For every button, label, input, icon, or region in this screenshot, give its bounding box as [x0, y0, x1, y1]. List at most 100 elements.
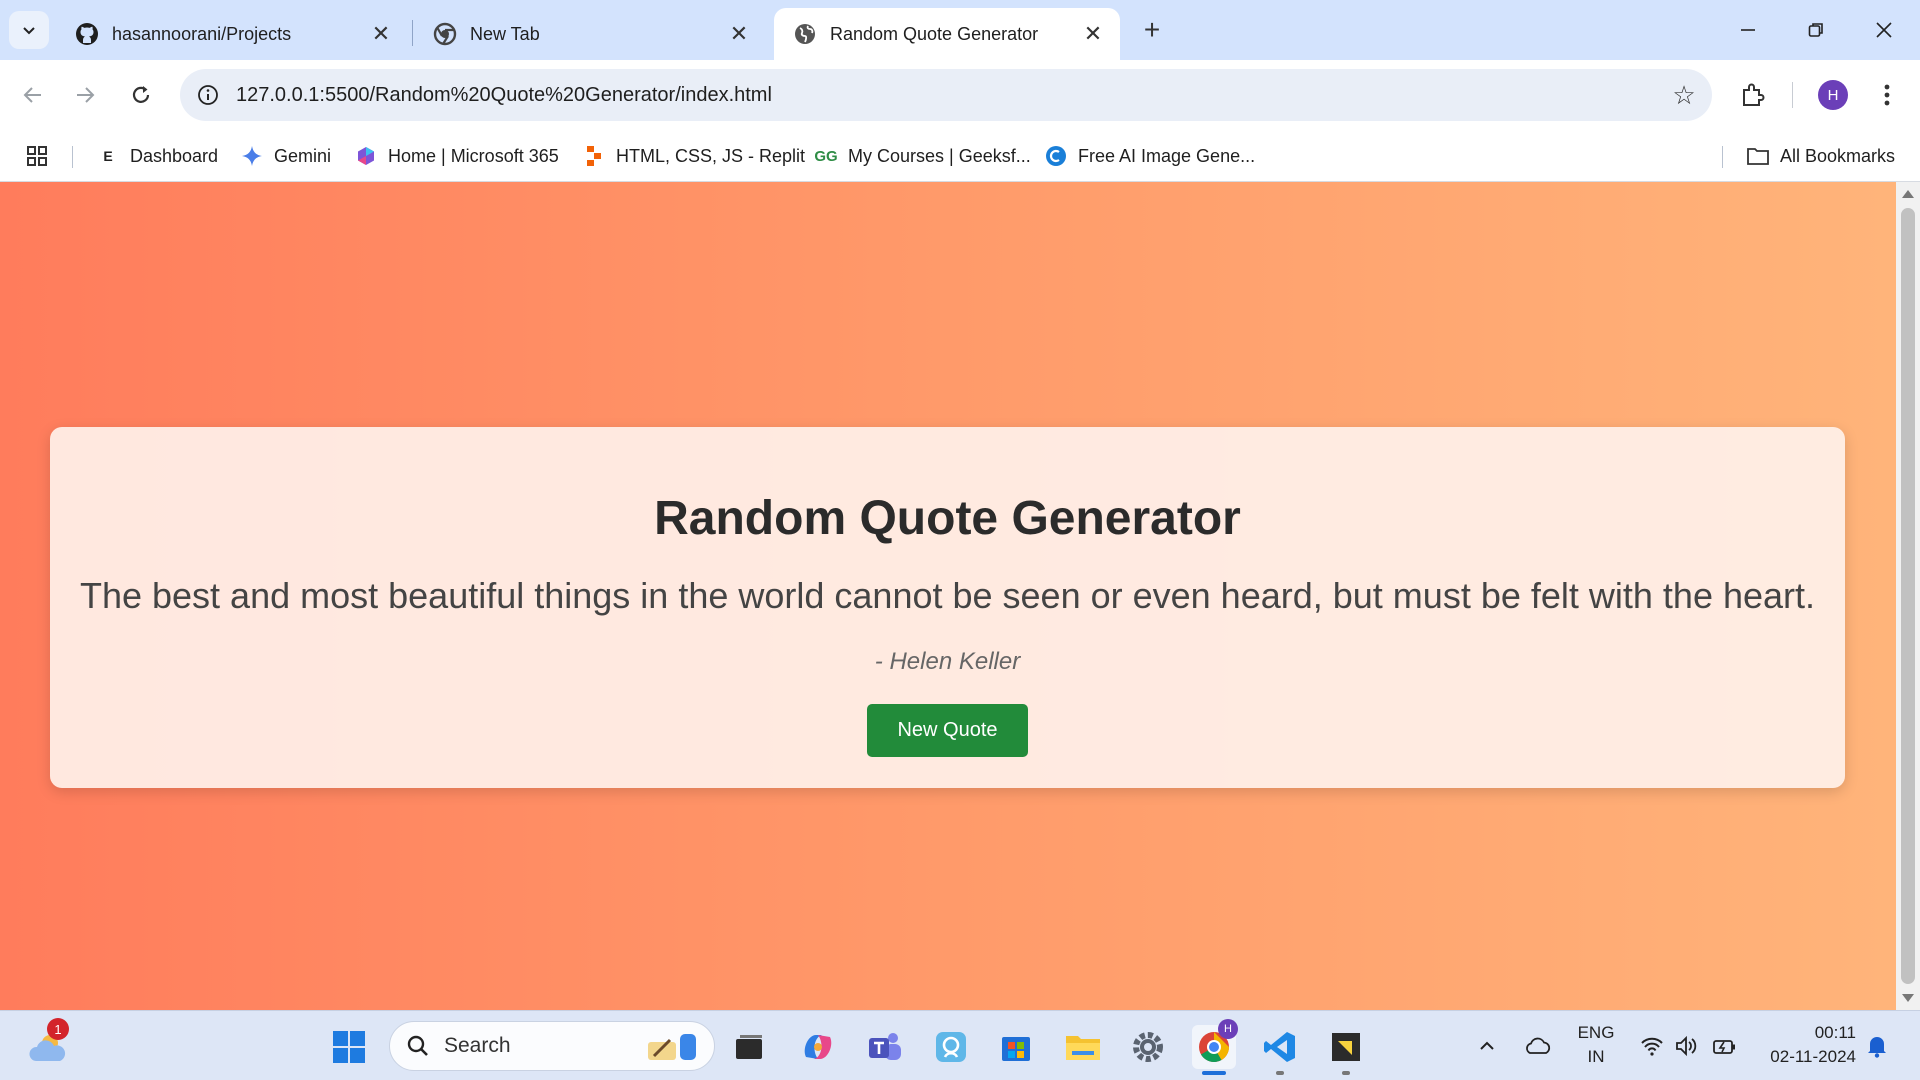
close-tab-icon[interactable]: ✕: [368, 21, 394, 47]
restore-icon: [1808, 23, 1823, 37]
quote-text: The best and most beautiful things in th…: [79, 575, 1816, 616]
back-button[interactable]: [12, 74, 54, 116]
tab-new-tab[interactable]: New Tab ✕: [414, 8, 766, 60]
page-scrollbar[interactable]: [1896, 182, 1920, 1010]
scrollbar-thumb[interactable]: [1901, 208, 1915, 984]
photos-icon: [936, 1032, 966, 1062]
battery-icon[interactable]: [1712, 1011, 1738, 1080]
profile-avatar[interactable]: H: [1818, 80, 1848, 110]
bookmark-dashboard[interactable]: E Dashboard: [96, 140, 218, 172]
close-tab-icon[interactable]: ✕: [1080, 21, 1106, 47]
folder-icon: [1746, 144, 1770, 168]
bookmark-label: All Bookmarks: [1780, 145, 1896, 166]
language-code: ENG: [1577, 1023, 1615, 1042]
settings-button[interactable]: [1126, 1025, 1170, 1069]
task-view-button[interactable]: [727, 1025, 771, 1069]
puzzle-icon: [1743, 83, 1765, 106]
show-hidden-icons-button[interactable]: [1478, 1011, 1496, 1080]
tab-github[interactable]: hasannoorani/Projects ✕: [56, 8, 408, 60]
ecell-icon: E: [103, 148, 113, 164]
forward-button[interactable]: [64, 74, 106, 116]
microsoft-store-button[interactable]: [994, 1025, 1038, 1069]
close-icon: [1876, 22, 1892, 38]
bookmark-label: Dashboard: [130, 145, 219, 166]
grid-icon: [27, 146, 47, 166]
bookmarks-bar: E Dashboard Gemini Home | Microsoft 365 …: [0, 130, 1920, 182]
active-app-indicator: [1202, 1071, 1226, 1075]
bookmark-free-ai-image[interactable]: Free AI Image Gene...: [1044, 140, 1255, 172]
vscode-button[interactable]: [1258, 1025, 1302, 1075]
bookmark-star-icon[interactable]: ☆: [1656, 80, 1712, 111]
github-icon: [74, 21, 100, 47]
reload-button[interactable]: [120, 74, 162, 116]
notification-bell-icon[interactable]: [1866, 1011, 1888, 1080]
photos-app-button[interactable]: [929, 1025, 973, 1069]
tab-random-quote-generator[interactable]: Random Quote Generator ✕: [774, 8, 1120, 60]
windows-logo-icon: [333, 1031, 365, 1063]
all-bookmarks-button[interactable]: All Bookmarks: [1746, 140, 1895, 172]
onedrive-icon[interactable]: [1524, 1011, 1552, 1080]
tab-title: New Tab: [470, 23, 540, 44]
copilot-button[interactable]: [796, 1025, 840, 1069]
search-highlight-icon: [648, 1034, 696, 1060]
copilot-icon: [804, 1035, 832, 1059]
gear-icon: [1133, 1032, 1163, 1062]
restore-button[interactable]: [1788, 8, 1844, 52]
geeksforgeeks-icon: GG: [814, 147, 838, 165]
new-tab-button[interactable]: +: [1136, 12, 1168, 48]
tab-title: Random Quote Generator: [830, 23, 1039, 44]
minimize-button[interactable]: [1720, 8, 1776, 52]
store-icon: [1002, 1037, 1030, 1061]
address-bar[interactable]: 127.0.0.1:5500/Random%20Quote%20Generato…: [180, 69, 1712, 121]
chrome-menu-button[interactable]: [1866, 74, 1908, 116]
microsoft-365-icon: [354, 144, 378, 168]
bookmark-divider: [72, 146, 73, 168]
chrome-profile-badge: H: [1218, 1019, 1238, 1039]
url-text[interactable]: 127.0.0.1:5500/Random%20Quote%20Generato…: [236, 84, 1656, 107]
bookmark-microsoft-365[interactable]: Home | Microsoft 365: [354, 140, 559, 172]
reload-icon: [132, 86, 150, 103]
bookmark-label: My Courses | Geeksf...: [848, 145, 1031, 166]
weather-notification-badge: 1: [47, 1018, 69, 1040]
chrome-taskbar-button[interactable]: H: [1192, 1019, 1238, 1075]
volume-icon[interactable]: [1674, 1011, 1698, 1080]
sticky-notes-icon: [1332, 1033, 1360, 1061]
tab-search-button[interactable]: [9, 11, 49, 49]
toolbar-divider: [1792, 82, 1793, 108]
extensions-button[interactable]: [1732, 74, 1774, 116]
bookmark-label: Free AI Image Gene...: [1078, 145, 1256, 166]
globe-icon: [792, 21, 818, 47]
page-viewport: Random Quote Generator The best and most…: [0, 182, 1896, 1010]
tab-title: hasannoorani/Projects: [112, 23, 292, 44]
input-language-button[interactable]: ENG IN: [1574, 1021, 1618, 1069]
bookmark-replit[interactable]: HTML, CSS, JS - Replit: [582, 140, 805, 172]
bookmark-geeksforgeeks[interactable]: GG My Courses | Geeksf...: [814, 140, 1031, 172]
new-quote-button[interactable]: New Quote: [867, 704, 1028, 757]
chevron-down-icon: [23, 27, 35, 35]
file-explorer-button[interactable]: [1061, 1025, 1105, 1069]
chrome-icon: [432, 21, 458, 47]
sticky-notes-button[interactable]: [1324, 1025, 1368, 1075]
bookmark-gemini[interactable]: Gemini: [240, 140, 331, 172]
teams-button[interactable]: [863, 1025, 907, 1069]
folder-icon: [1066, 1036, 1100, 1060]
quote-card: Random Quote Generator The best and most…: [50, 427, 1845, 788]
open-app-indicator: [1342, 1071, 1350, 1075]
close-window-button[interactable]: [1856, 8, 1912, 52]
scroll-up-arrow-icon[interactable]: [1902, 190, 1914, 198]
page-title: Random Quote Generator: [654, 492, 1241, 545]
plus-icon: +: [1143, 14, 1161, 45]
system-clock[interactable]: 00:11 02-11-2024: [1756, 1021, 1856, 1069]
tab-divider: [412, 20, 413, 46]
site-info-icon[interactable]: [180, 84, 236, 106]
quote-author: - Helen Keller: [874, 648, 1021, 675]
scroll-down-arrow-icon[interactable]: [1902, 994, 1914, 1002]
taskbar-search[interactable]: Search: [389, 1021, 715, 1071]
clock-date: 02-11-2024: [1770, 1047, 1856, 1066]
apps-button[interactable]: [26, 140, 48, 172]
gemini-icon: [240, 144, 264, 168]
canva-icon: [1044, 144, 1068, 168]
wifi-icon[interactable]: [1640, 1011, 1664, 1080]
close-tab-icon[interactable]: ✕: [726, 21, 752, 47]
start-button[interactable]: [327, 1025, 371, 1069]
